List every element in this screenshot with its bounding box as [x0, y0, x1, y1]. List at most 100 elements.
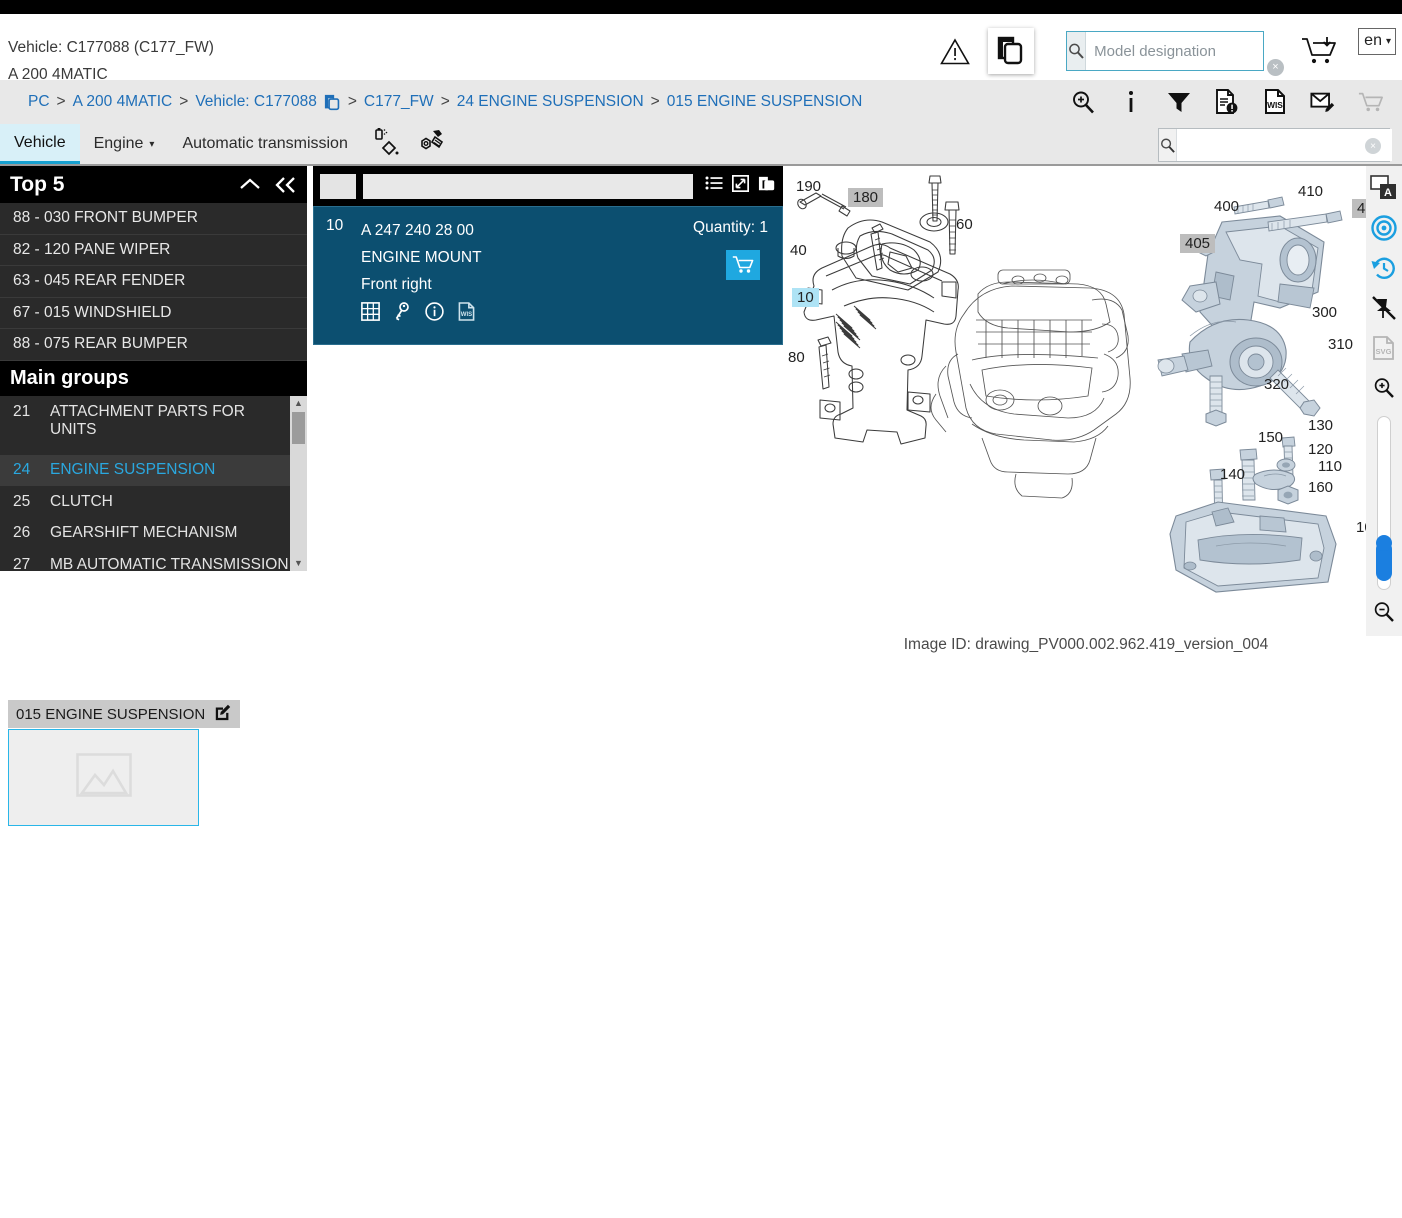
svg-text:WIS: WIS: [1267, 100, 1283, 110]
sidebar-item-mb-automatic-transmission[interactable]: 27 MB AUTOMATIC TRANSMISSION: [0, 549, 307, 571]
parts-search[interactable]: ×: [1158, 128, 1392, 162]
annotation-a-icon[interactable]: A: [1368, 172, 1400, 204]
zoom-in-search-icon[interactable]: [1070, 87, 1096, 117]
sidebar-top5-header: Top 5: [0, 166, 307, 203]
sidebar-top5-title: Top 5: [10, 172, 65, 196]
callout-320[interactable]: 320: [1264, 376, 1289, 393]
warning-triangle-icon[interactable]: [932, 28, 978, 74]
callout-160[interactable]: 160: [1308, 479, 1333, 496]
info-icon[interactable]: [1118, 87, 1144, 117]
sidebar-item-attachment-parts[interactable]: 21 ATTACHMENT PARTS FOR UNITS: [0, 396, 307, 455]
sidebar-top5-list: 88 - 030 FRONT BUMPER 82 - 120 PANE WIPE…: [0, 203, 307, 361]
scroll-up-arrow-icon[interactable]: ▲: [290, 396, 307, 411]
callout-405[interactable]: 405: [1180, 234, 1216, 253]
diagram-viewer[interactable]: 190 180 40 60 10 80 410 400 42 405 300 3…: [786, 166, 1379, 636]
sidebar-main-groups-list: 21 ATTACHMENT PARTS FOR UNITS 24 ENGINE …: [0, 395, 307, 571]
sidebar-top5-item-1[interactable]: 82 - 120 PANE WIPER: [0, 235, 307, 266]
sidebar-item-gearshift-mechanism[interactable]: 26 GEARSHIFT MECHANISM: [0, 518, 307, 550]
parts-panel-header: [313, 166, 783, 206]
paint-color-icon[interactable]: [372, 127, 402, 161]
edit-pencil-icon[interactable]: [214, 703, 232, 725]
sidebar-top5-item-2[interactable]: 63 - 045 REAR FENDER: [0, 266, 307, 298]
callout-60[interactable]: 60: [956, 216, 973, 233]
callout-180[interactable]: 180: [848, 188, 884, 207]
parts-panel: 10 A 247 240 28 00 ENGINE MOUNT Front ri…: [313, 166, 783, 345]
list-view-icon[interactable]: [705, 176, 723, 197]
scrollbar-thumb[interactable]: [292, 411, 305, 444]
clear-parts-search-icon[interactable]: ×: [1365, 138, 1381, 154]
breadcrumb-separator: >: [650, 93, 660, 110]
copy-icon[interactable]: [758, 175, 776, 198]
callout-10-left[interactable]: 10: [792, 288, 819, 307]
filter-funnel-icon[interactable]: [1166, 87, 1192, 117]
tab-engine[interactable]: Engine ▾: [80, 124, 169, 164]
add-to-cart-button[interactable]: [726, 250, 760, 280]
svg-export-icon: SVG: [1368, 332, 1400, 364]
svg-text:WIS: WIS: [461, 312, 472, 318]
expand-fullscreen-icon[interactable]: [731, 174, 750, 197]
bolt-fastener-icon[interactable]: [416, 128, 446, 161]
cart-add-icon[interactable]: [1294, 28, 1346, 74]
callout-190[interactable]: 190: [796, 178, 821, 195]
clear-search-icon[interactable]: ×: [1267, 59, 1284, 76]
envelope-edit-icon[interactable]: [1310, 87, 1336, 117]
breadcrumb-separator: >: [179, 93, 189, 110]
tab-vehicle-label: Vehicle: [14, 133, 66, 151]
zoom-out-icon[interactable]: [1368, 596, 1400, 628]
part-card[interactable]: 10 A 247 240 28 00 ENGINE MOUNT Front ri…: [313, 206, 783, 345]
sidebar-item-clutch[interactable]: 25 CLUTCH: [0, 486, 307, 518]
hotspot-target-icon[interactable]: [1368, 212, 1400, 244]
breadcrumb-item-0[interactable]: PC: [28, 93, 50, 111]
sidebar-top5-item-0[interactable]: 88 - 030 FRONT BUMPER: [0, 203, 307, 235]
subgroup-thumbnail[interactable]: [8, 729, 199, 826]
subgroup-label-bar[interactable]: 015 ENGINE SUSPENSION: [8, 700, 241, 728]
tab-automatic-transmission[interactable]: Automatic transmission: [168, 124, 361, 164]
callout-140[interactable]: 140: [1220, 466, 1245, 483]
breadcrumb-item-5[interactable]: 015 ENGINE SUSPENSION: [667, 93, 863, 111]
callout-80[interactable]: 80: [788, 349, 805, 366]
history-undo-icon[interactable]: [1368, 252, 1400, 284]
breadcrumb-item-3[interactable]: C177_FW: [364, 93, 434, 111]
group-label: CLUTCH: [50, 492, 113, 510]
callout-130[interactable]: 130: [1308, 417, 1333, 434]
sidebar-scrollbar[interactable]: ▲ ▼: [290, 395, 307, 571]
sidebar-top5-item-3[interactable]: 67 - 015 WINDSHIELD: [0, 298, 307, 329]
unpin-icon[interactable]: [1368, 292, 1400, 324]
sidebar-top5-item-label: 88 - 030 FRONT BUMPER: [13, 209, 198, 227]
callout-400[interactable]: 400: [1214, 198, 1239, 215]
breadcrumb-item-4[interactable]: 24 ENGINE SUSPENSION: [457, 93, 644, 111]
tab-vehicle[interactable]: Vehicle: [0, 124, 80, 164]
double-chevron-left-icon[interactable]: [273, 176, 297, 194]
part-quantity: Quantity: 1: [693, 219, 768, 236]
callout-110[interactable]: 110: [1318, 458, 1342, 475]
breadcrumb-copy-icon[interactable]: [324, 94, 341, 111]
breadcrumb-item-1[interactable]: A 200 4MATIC: [73, 93, 173, 111]
zoom-in-icon[interactable]: [1368, 372, 1400, 404]
callout-120[interactable]: 120: [1308, 441, 1333, 458]
zoom-slider-handle[interactable]: [1376, 535, 1392, 582]
group-number: 21: [13, 402, 31, 420]
chevron-down-icon: ▾: [149, 138, 155, 150]
copy-documents-icon[interactable]: [988, 28, 1035, 74]
info-circle-icon[interactable]: [425, 302, 444, 330]
key-icon[interactable]: [394, 302, 411, 330]
sidebar-top5-item-4[interactable]: 88 - 075 REAR BUMPER: [0, 329, 307, 361]
document-alert-icon[interactable]: [1214, 87, 1240, 117]
callout-150[interactable]: 150: [1258, 429, 1283, 446]
zoom-slider[interactable]: [1376, 415, 1392, 591]
chevron-up-icon[interactable]: [239, 177, 261, 193]
callout-40[interactable]: 40: [790, 242, 807, 259]
wis-document-icon[interactable]: WIS: [1262, 87, 1288, 117]
table-grid-icon[interactable]: [361, 302, 380, 330]
breadcrumb-item-2[interactable]: Vehicle: C177088: [195, 93, 317, 111]
parts-search-input[interactable]: [1177, 129, 1392, 161]
scroll-down-arrow-icon[interactable]: ▼: [290, 556, 307, 571]
language-selector[interactable]: en ▾: [1358, 28, 1396, 55]
model-search[interactable]: [1066, 31, 1302, 71]
callout-410[interactable]: 410: [1298, 183, 1323, 200]
callout-310[interactable]: 310: [1328, 336, 1353, 353]
callout-300[interactable]: 300: [1312, 304, 1337, 321]
image-placeholder-icon: [75, 753, 132, 802]
sidebar-item-engine-suspension[interactable]: 24 ENGINE SUSPENSION: [0, 454, 307, 486]
wis-document-icon[interactable]: WIS: [458, 302, 475, 330]
